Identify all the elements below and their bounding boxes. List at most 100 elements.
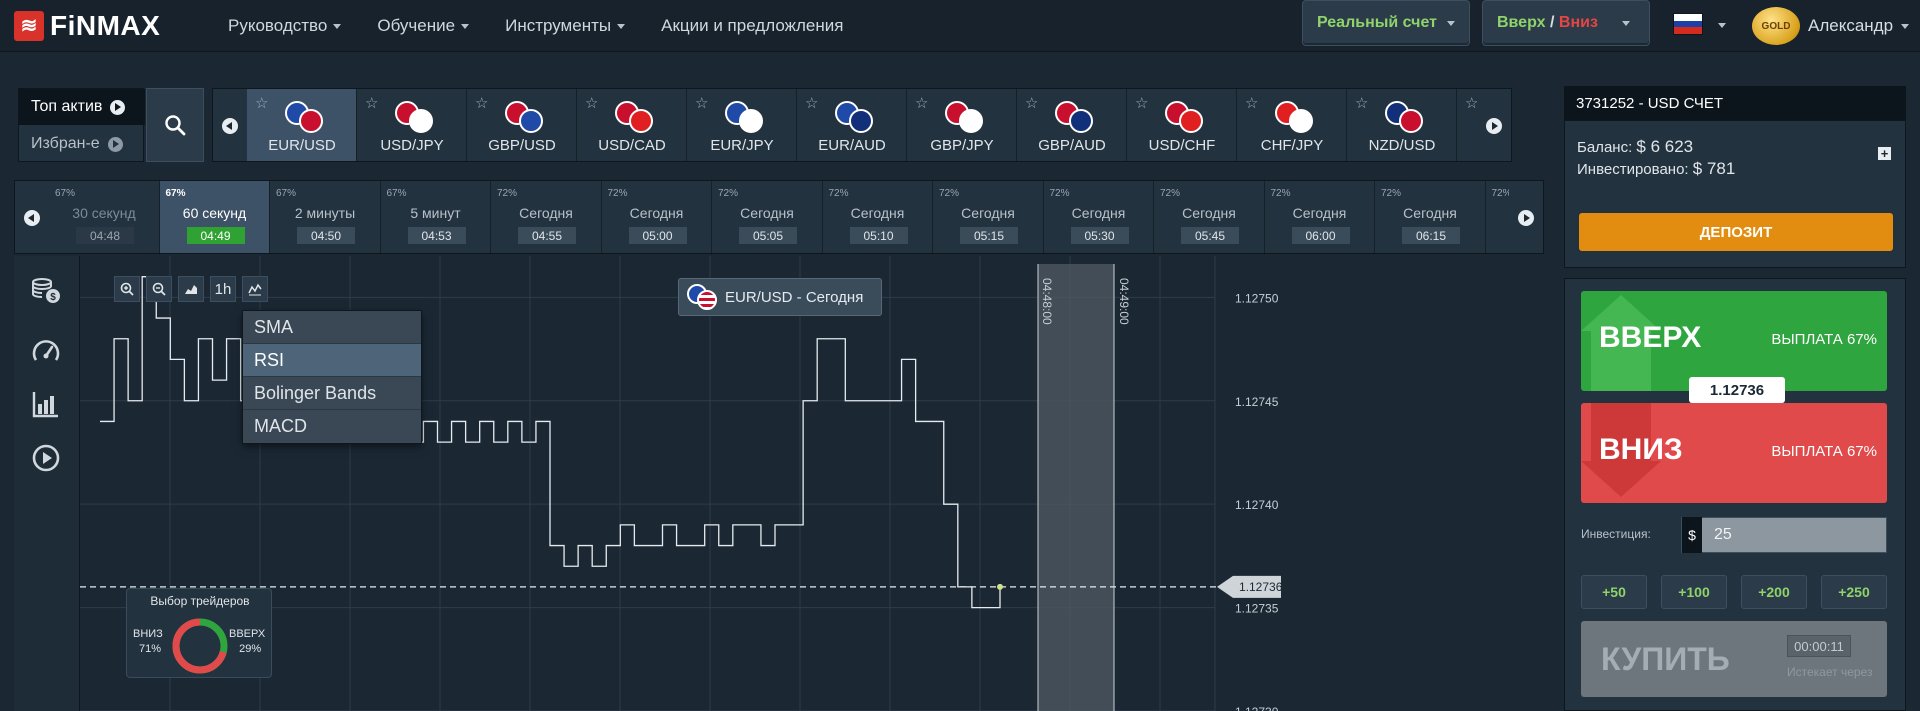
expiry-option[interactable]: 72% Сегодня 05:45 bbox=[1154, 181, 1265, 253]
star-icon[interactable]: ☆ bbox=[915, 94, 928, 112]
expiry-option[interactable]: 72% Сегодня 05:15 bbox=[933, 181, 1044, 253]
star-icon[interactable]: ☆ bbox=[1025, 94, 1038, 112]
asset-tab-gbp-usd[interactable]: ☆ GBP/USD bbox=[467, 89, 577, 161]
indicators-button[interactable] bbox=[242, 276, 268, 302]
asset-search-button[interactable] bbox=[146, 88, 204, 162]
asset-scroll-left[interactable] bbox=[213, 89, 247, 161]
favorites-tab[interactable]: Избран-е bbox=[19, 126, 145, 162]
zoom-in-button[interactable] bbox=[114, 276, 140, 302]
area-chart-button[interactable] bbox=[178, 276, 204, 302]
put-down-button[interactable]: ВНИЗ ВЫПЛАТА 67% bbox=[1581, 403, 1887, 503]
buy-button[interactable]: КУПИТЬ 00:00:11 Истекает через bbox=[1581, 621, 1887, 697]
nav-learning[interactable]: Обучение bbox=[377, 16, 470, 36]
currency-flags-icon bbox=[1275, 101, 1315, 133]
call-up-button[interactable]: ВВЕРХ ВЫПЛАТА 67% bbox=[1581, 291, 1887, 391]
mode-separator: / bbox=[1550, 14, 1555, 31]
russian-flag-icon[interactable] bbox=[1673, 13, 1703, 35]
expiry-option[interactable]: 72% Сегодня 06:00 bbox=[1265, 181, 1375, 253]
asset-carousel: ☆ EUR/USD ☆ USD/JPY ☆ GBP/USD ☆ USD/CAD ☆ EUR/JPY… bbox=[212, 88, 1512, 162]
finmax-logo[interactable]: ≋ FiNMAX bbox=[14, 10, 160, 42]
star-icon[interactable]: ☆ bbox=[695, 94, 708, 112]
asset-tab-eur-jpy[interactable]: ☆ EUR/JPY bbox=[687, 89, 797, 161]
investment-input[interactable] bbox=[1702, 526, 1882, 544]
asset-tab-gbp-aud[interactable]: ☆ GBP/AUD bbox=[1017, 89, 1127, 161]
asset-tab-nzd-usd[interactable]: ☆ NZD/USD bbox=[1347, 89, 1457, 161]
add-200-button[interactable]: +200 bbox=[1741, 575, 1807, 609]
star-icon[interactable]: ☆ bbox=[255, 94, 268, 112]
zoom-out-icon bbox=[152, 282, 166, 296]
asset-name: EUR/JPY bbox=[710, 137, 774, 154]
time-scroll-left[interactable] bbox=[15, 181, 49, 253]
indicator-rsi[interactable]: RSI bbox=[243, 344, 421, 377]
star-icon[interactable]: ☆ bbox=[475, 94, 488, 112]
username-label: Александр bbox=[1808, 16, 1894, 35]
expiry-option[interactable]: 72% Сегодня 06:15 bbox=[1375, 181, 1486, 253]
asset-tab-chf-jpy[interactable]: ☆ CHF/JPY bbox=[1237, 89, 1347, 161]
asset-name: USD/JPY bbox=[380, 137, 444, 154]
expiry-option[interactable]: 67% 5 минут 04:53 bbox=[381, 181, 491, 253]
star-icon[interactable]: ☆ bbox=[1135, 94, 1148, 112]
language-chevron-icon[interactable] bbox=[1718, 23, 1726, 28]
arrow-left-icon bbox=[24, 210, 40, 226]
plus-icon[interactable]: + bbox=[1878, 147, 1891, 160]
timeframe-button[interactable]: 1h bbox=[210, 276, 236, 302]
asset-name: CHF/JPY bbox=[1260, 137, 1324, 154]
expiry-option[interactable]: 72% Сегодня 05:05 bbox=[712, 181, 823, 253]
trade-mode-dropdown[interactable]: Вверх / Вниз bbox=[1482, 0, 1650, 46]
indicator-macd[interactable]: MACD bbox=[243, 410, 421, 443]
expiry-payout: 72% bbox=[828, 188, 849, 199]
zoom-out-button[interactable] bbox=[146, 276, 172, 302]
nav-promotions[interactable]: Акции и предложления bbox=[661, 16, 843, 36]
asset-tab-usd-jpy[interactable]: ☆ USD/JPY bbox=[357, 89, 467, 161]
star-icon[interactable]: ☆ bbox=[805, 94, 818, 112]
speedometer-icon[interactable] bbox=[28, 334, 64, 370]
asset-tab-gbp-jpy[interactable]: ☆ GBP/JPY bbox=[907, 89, 1017, 161]
chevron-down-icon bbox=[1901, 23, 1910, 29]
coins-icon[interactable]: $ bbox=[28, 272, 64, 308]
star-icon[interactable]: ☆ bbox=[365, 94, 378, 112]
top-asset-tab[interactable]: Топ актив bbox=[19, 89, 145, 125]
bar-chart-icon[interactable] bbox=[28, 386, 64, 422]
traders-up-label: ВВЕРХ bbox=[229, 628, 266, 640]
asset-tab-eur-usd[interactable]: ☆ EUR/USD bbox=[247, 89, 357, 161]
asset-scroll-right[interactable] bbox=[1477, 89, 1511, 161]
expiry-payout: 72% bbox=[1381, 188, 1402, 199]
expiry-option[interactable]: 72% Сегодня 05:00 bbox=[602, 181, 712, 253]
play-circle-icon[interactable] bbox=[28, 440, 64, 476]
price-chart[interactable]: 1.12750 1.12745 1.12740 1.12735 1.12730 04:48… bbox=[80, 256, 1544, 711]
expiry-end-label: 04:49:00 bbox=[1117, 278, 1131, 325]
expiry-time: 06:00 bbox=[1291, 227, 1350, 244]
nav-tools[interactable]: Инструменты bbox=[505, 16, 626, 36]
add-50-button[interactable]: +50 bbox=[1581, 575, 1647, 609]
star-icon[interactable]: ☆ bbox=[1355, 94, 1368, 112]
asset-tab-usd-chf[interactable]: ☆ USD/CHF bbox=[1127, 89, 1237, 161]
deposit-button[interactable]: ДЕПОЗИТ bbox=[1579, 213, 1893, 251]
expiry-option[interactable]: 72% Сегодня 05:10 bbox=[823, 181, 933, 253]
expiry-payout: 72% bbox=[1160, 188, 1181, 199]
asset-tab-usd-cad[interactable]: ☆ USD/CAD bbox=[577, 89, 687, 161]
expiry-time: 05:10 bbox=[849, 227, 908, 244]
arrow-right-icon bbox=[1486, 118, 1502, 134]
expiry-option[interactable]: 72% Сегодня 05:30 bbox=[1044, 181, 1154, 253]
asset-tab-eur-aud[interactable]: ☆ EUR/AUD bbox=[797, 89, 907, 161]
nav-guide[interactable]: Руководство bbox=[228, 16, 342, 36]
indicator-bollinger-bands[interactable]: Bolinger Bands bbox=[243, 377, 421, 410]
time-scroll-right[interactable] bbox=[1509, 181, 1543, 253]
star-icon[interactable]: ☆ bbox=[1245, 94, 1258, 112]
add-100-button[interactable]: +100 bbox=[1661, 575, 1727, 609]
star-icon[interactable]: ☆ bbox=[585, 94, 598, 112]
expiry-option[interactable]: 67% 30 секунд 04:48 bbox=[49, 181, 160, 253]
indicator-sma[interactable]: SMA bbox=[243, 311, 421, 344]
add-250-button[interactable]: +250 bbox=[1821, 575, 1887, 609]
expiry-payout: 72% bbox=[1270, 188, 1291, 199]
user-menu[interactable]: Александр bbox=[1808, 16, 1910, 36]
expiry-option[interactable]: 72% Сегодня 04:55 bbox=[491, 181, 602, 253]
expiry-option[interactable]: 67% 60 секунд 04:49 bbox=[159, 181, 270, 253]
account-type-dropdown[interactable]: Реальный счет bbox=[1302, 0, 1470, 46]
expiry-label: 60 секунд bbox=[182, 205, 247, 221]
expiry-label: Сегодня bbox=[740, 205, 794, 221]
investment-field[interactable]: $ bbox=[1681, 517, 1887, 553]
expiry-option[interactable]: 67% 2 минуты 04:50 bbox=[270, 181, 381, 253]
balance-value: $ 6 623 bbox=[1636, 137, 1694, 156]
chart-asset-title[interactable]: EUR/USD - Сегодня bbox=[678, 278, 882, 316]
